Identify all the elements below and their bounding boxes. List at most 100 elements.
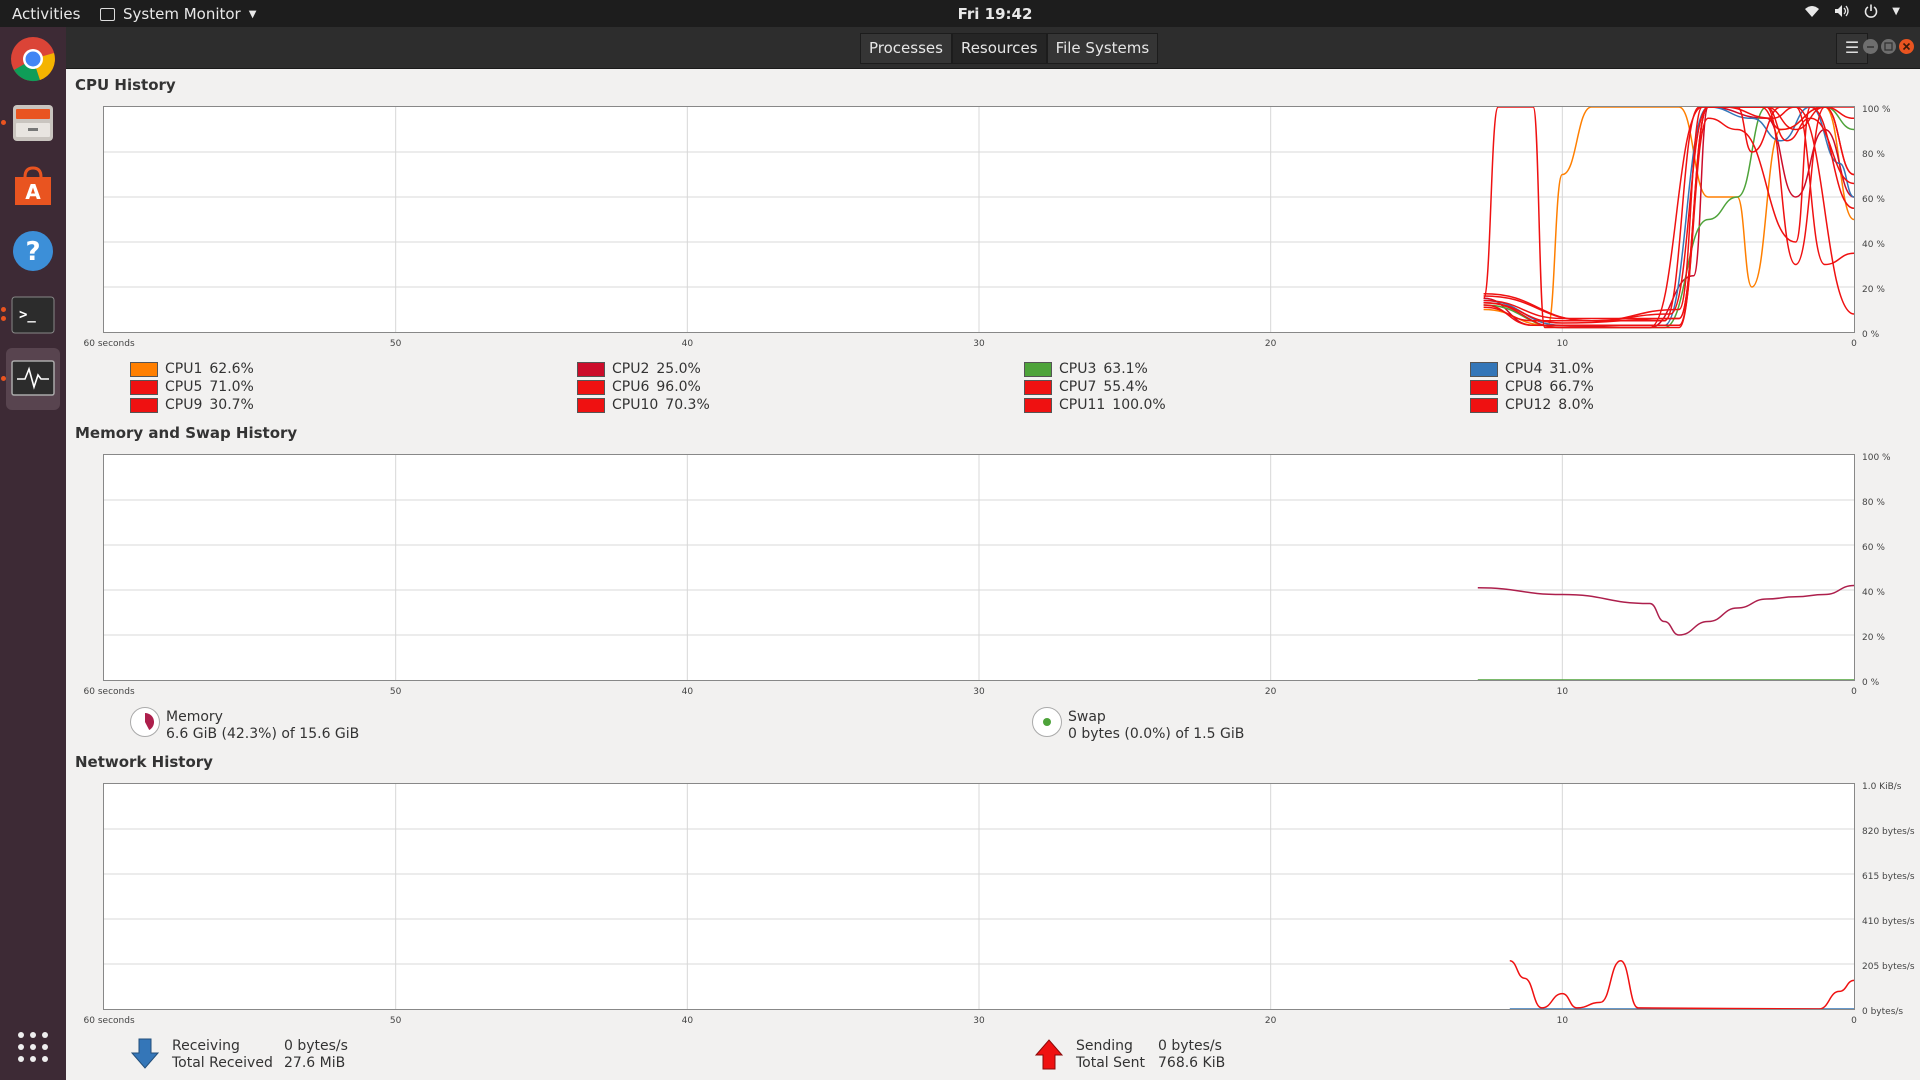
wifi-icon[interactable] <box>1804 4 1820 18</box>
x-tick-label: 60 seconds <box>83 687 135 697</box>
x-tick-label: 40 <box>681 339 694 349</box>
sending-label: Sending <box>1076 1038 1133 1054</box>
maximize-button[interactable] <box>1881 39 1896 54</box>
top-bar: Activities System Monitor ▼ Fri 19:42 ▼ <box>0 0 1920 27</box>
y-tick-label: 205 bytes/s <box>1862 962 1915 972</box>
svg-text:A: A <box>25 180 41 204</box>
cpu-history-graph <box>103 106 1855 333</box>
y-tick-label: 1.0 KiB/s <box>1862 782 1902 792</box>
close-icon <box>1902 42 1911 51</box>
cpu-label: CPU4 <box>1505 361 1543 377</box>
maximize-icon <box>1884 42 1893 51</box>
y-tick-label: 20 % <box>1862 633 1885 643</box>
swap-value: 0 bytes (0.0%) of 1.5 GiB <box>1068 726 1245 742</box>
cpu-label: CPU1 <box>165 361 203 377</box>
y-tick-label: 60 % <box>1862 195 1885 205</box>
color-swatch-button[interactable] <box>130 397 158 413</box>
system-tray[interactable]: ▼ <box>1804 4 1900 18</box>
dock: A ? >_ <box>0 27 66 1080</box>
y-tick-label: 40 % <box>1862 240 1885 250</box>
cpu-legend-item: CPU2 25.0% <box>577 360 701 378</box>
swap-label: Swap <box>1068 709 1106 725</box>
memory-history-title: Memory and Swap History <box>75 424 298 442</box>
cpu-label: CPU3 <box>1059 361 1097 377</box>
color-swatch-button[interactable] <box>1470 397 1498 413</box>
color-swatch-button[interactable] <box>1024 379 1052 395</box>
y-tick-label: 60 % <box>1862 543 1885 553</box>
memory-label: Memory <box>166 709 223 725</box>
cpu-label: CPU2 <box>612 361 650 377</box>
x-tick-label: 0 <box>1851 339 1857 349</box>
cpu-label: CPU10 <box>612 397 659 413</box>
series-line-memory <box>1477 584 1854 636</box>
y-tick-label: 80 % <box>1862 150 1885 160</box>
tab-processes[interactable]: Processes <box>860 33 952 64</box>
cpu-value: 31.0% <box>1549 361 1594 377</box>
color-swatch-button[interactable] <box>130 361 158 377</box>
y-tick-label: 0 % <box>1862 678 1880 688</box>
close-button[interactable] <box>1899 39 1914 54</box>
cpu-label: CPU12 <box>1505 397 1552 413</box>
dock-software[interactable]: A <box>6 159 60 215</box>
receiving-legend-item: Receiving 0 bytes/s Total Received 27.6 … <box>130 1038 348 1072</box>
color-swatch-button[interactable] <box>577 397 605 413</box>
upload-arrow-icon[interactable] <box>1034 1038 1064 1072</box>
x-tick-label: 0 <box>1851 1016 1857 1026</box>
y-tick-label: 20 % <box>1862 285 1885 295</box>
x-tick-label: 30 <box>973 339 985 349</box>
receiving-value: 0 bytes/s <box>284 1038 348 1054</box>
dock-help[interactable]: ? <box>6 223 60 279</box>
color-swatch-button[interactable] <box>1470 379 1498 395</box>
dock-system-monitor[interactable] <box>1 348 60 410</box>
memory-value: 6.6 GiB (42.3%) of 15.6 GiB <box>166 726 360 742</box>
swap-legend-item: Swap 0 bytes (0.0%) of 1.5 GiB <box>1032 707 1245 743</box>
cpu-value: 25.0% <box>656 361 701 377</box>
x-tick-label: 40 <box>681 687 694 697</box>
cpu-legend-item: CPU6 96.0% <box>577 378 701 396</box>
y-tick-label: 40 % <box>1862 588 1885 598</box>
cpu-legend-item: CPU5 71.0% <box>130 378 254 396</box>
x-tick-label: 20 <box>1264 687 1277 697</box>
receiving-label: Receiving <box>172 1038 240 1054</box>
power-icon[interactable] <box>1864 4 1878 18</box>
y-tick-label: 410 bytes/s <box>1862 917 1915 927</box>
color-swatch-button[interactable] <box>577 361 605 377</box>
show-applications-button[interactable] <box>6 1019 60 1075</box>
clock[interactable]: Fri 19:42 <box>0 5 1920 23</box>
cpu-value: 70.3% <box>665 397 710 413</box>
running-indicator <box>1 307 6 312</box>
volume-icon[interactable] <box>1834 4 1850 18</box>
dock-files[interactable] <box>1 95 60 151</box>
color-swatch-button[interactable] <box>577 379 605 395</box>
tab-resources[interactable]: Resources <box>951 33 1047 64</box>
y-tick-label: 100 % <box>1862 453 1891 463</box>
color-swatch-button[interactable] <box>130 379 158 395</box>
cpu-legend-item: CPU12 8.0% <box>1470 396 1594 414</box>
chevron-down-icon[interactable]: ▼ <box>1892 6 1900 17</box>
x-tick-label: 10 <box>1556 687 1569 697</box>
download-arrow-icon[interactable] <box>130 1038 160 1072</box>
total-sent-value: 768.6 KiB <box>1158 1055 1226 1071</box>
dock-chrome[interactable] <box>6 31 60 87</box>
tab-file-systems[interactable]: File Systems <box>1046 33 1159 64</box>
memory-history-graph <box>103 454 1855 681</box>
memory-pie-icon[interactable] <box>130 707 160 737</box>
color-swatch-button[interactable] <box>1024 397 1052 413</box>
running-indicator <box>1 120 6 125</box>
color-swatch-button[interactable] <box>1470 361 1498 377</box>
x-tick-label: 50 <box>389 339 402 349</box>
color-swatch-button[interactable] <box>1024 361 1052 377</box>
total-sent-label: Total Sent <box>1076 1055 1146 1071</box>
cpu-value: 8.0% <box>1558 397 1594 413</box>
minimize-button[interactable] <box>1863 39 1878 54</box>
x-tick-label: 10 <box>1556 1016 1569 1026</box>
cpu-legend-item: CPU8 66.7% <box>1470 378 1594 396</box>
cpu-legend-item: CPU11 100.0% <box>1024 396 1166 414</box>
show-applications-icon <box>16 1030 50 1064</box>
dock-terminal[interactable]: >_ <box>1 287 60 343</box>
x-tick-label: 30 <box>973 687 985 697</box>
swap-pie-icon[interactable] <box>1032 707 1062 737</box>
y-tick-label: 615 bytes/s <box>1862 872 1915 882</box>
svg-text:?: ? <box>25 237 40 267</box>
x-tick-label: 60 seconds <box>83 1016 135 1026</box>
